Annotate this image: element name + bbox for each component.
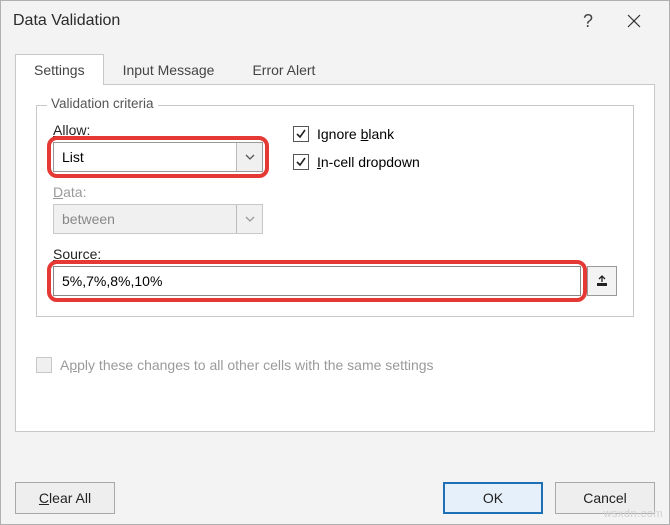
source-input[interactable]: 5%,7%,8%,10%: [53, 266, 581, 296]
chevron-down-icon: [245, 216, 255, 222]
data-value: between: [54, 211, 236, 227]
dialog-window: Data Validation ? Settings Input Message…: [0, 0, 670, 525]
apply-checkbox-box: [36, 357, 52, 373]
clear-all-button[interactable]: Clear All: [15, 482, 115, 514]
ignore-blank-checkbox[interactable]: Ignore blank: [293, 126, 420, 142]
watermark: wsxdn.com: [603, 508, 663, 520]
apply-changes-checkbox: Apply these changes to all other cells w…: [36, 357, 634, 373]
tab-error-alert[interactable]: Error Alert: [233, 54, 334, 85]
highlight-source: 5%,7%,8%,10%: [47, 260, 587, 302]
apply-changes-label: Apply these changes to all other cells w…: [60, 357, 434, 373]
data-dropdown: between: [53, 204, 263, 234]
allow-dropdown[interactable]: List: [53, 142, 263, 172]
tab-row: Settings Input Message Error Alert: [15, 51, 655, 85]
chevron-down-icon: [245, 154, 255, 160]
dialog-footer: Clear All OK Cancel: [15, 482, 655, 514]
criteria-legend: Validation criteria: [47, 96, 158, 111]
settings-panel: Validation criteria Allow: List: [15, 84, 655, 432]
allow-value: List: [54, 149, 236, 165]
tab-input-message[interactable]: Input Message: [104, 54, 234, 85]
ok-button[interactable]: OK: [443, 482, 543, 514]
allow-dropdown-button[interactable]: [236, 143, 262, 171]
validation-criteria-group: Validation criteria Allow: List: [36, 105, 634, 317]
dialog-title: Data Validation: [13, 12, 565, 30]
incell-dropdown-checkbox[interactable]: In-cell dropdown: [293, 154, 420, 170]
incell-dropdown-label: In-cell dropdown: [317, 154, 420, 170]
content: Settings Input Message Error Alert Valid…: [1, 41, 669, 432]
range-selector-button[interactable]: [587, 266, 617, 296]
data-label: Data:: [53, 184, 263, 200]
close-icon: [627, 14, 641, 28]
check-icon: [295, 128, 307, 140]
tab-settings[interactable]: Settings: [15, 54, 104, 85]
help-button[interactable]: ?: [565, 1, 611, 41]
range-selector-icon: [595, 274, 609, 288]
ignore-blank-label: Ignore blank: [317, 126, 394, 142]
titlebar: Data Validation ?: [1, 1, 669, 41]
close-button[interactable]: [611, 1, 657, 41]
check-icon: [295, 156, 307, 168]
data-dropdown-button: [236, 205, 262, 233]
highlight-allow: List: [47, 136, 269, 178]
